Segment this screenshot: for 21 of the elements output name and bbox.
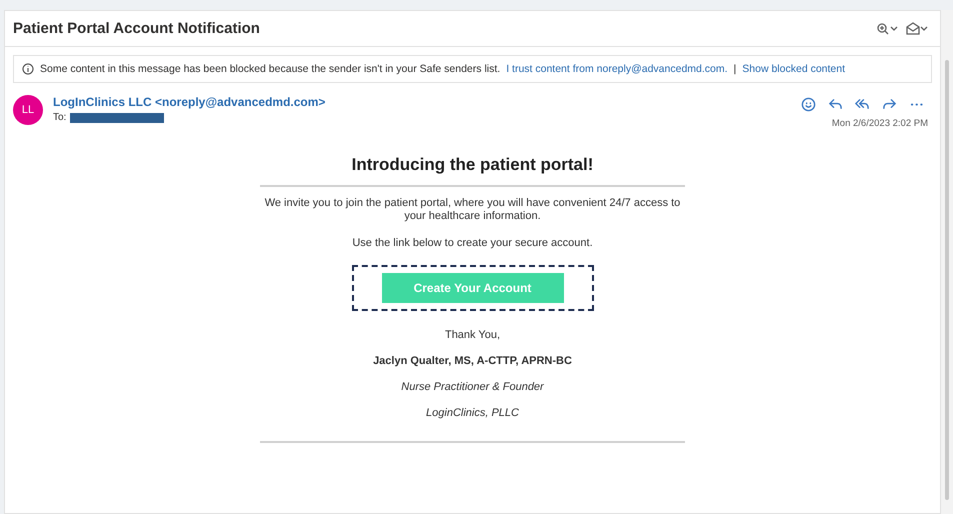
signer-name: Jaclyn Qualter, MS, A-CTTP, APRN-BC [373, 354, 572, 367]
link-separator: | [734, 63, 736, 75]
smiley-icon[interactable] [801, 97, 816, 112]
signer-role: Nurse Practitioner & Founder [401, 380, 544, 393]
to-label: To: [53, 112, 66, 123]
sender-name[interactable]: LogInClinics LLC <noreply@advancedmd.com> [53, 95, 787, 109]
sender-avatar: LL [13, 95, 43, 125]
closing-text: Thank You, [444, 328, 500, 341]
reply-icon[interactable] [828, 97, 843, 112]
sent-date: Mon 2/6/2023 2:02 PM [832, 118, 928, 129]
blocked-content-notice: Some content in this message has been blocked because the sender isn't in your Safe senders list. [40, 63, 500, 75]
company-name: LoginClinics, PLLC [426, 406, 519, 419]
intro-paragraph: We invite you to join the patient portal, where you will have convenient 24/7 access to your healthcare information. [264, 197, 682, 224]
trust-sender-link[interactable]: I trust content from noreply@advancedmd.com. [506, 63, 728, 75]
forward-icon[interactable] [882, 97, 897, 112]
email-heading: Introducing the patient portal! [352, 155, 594, 175]
instruction-text: Use the link below to create your secure account. [352, 237, 593, 251]
info-icon [22, 63, 34, 75]
reply-all-icon[interactable] [855, 97, 870, 112]
show-blocked-content-link[interactable]: Show blocked content [742, 63, 846, 75]
email-subject: Patient Portal Account Notification [13, 20, 261, 37]
